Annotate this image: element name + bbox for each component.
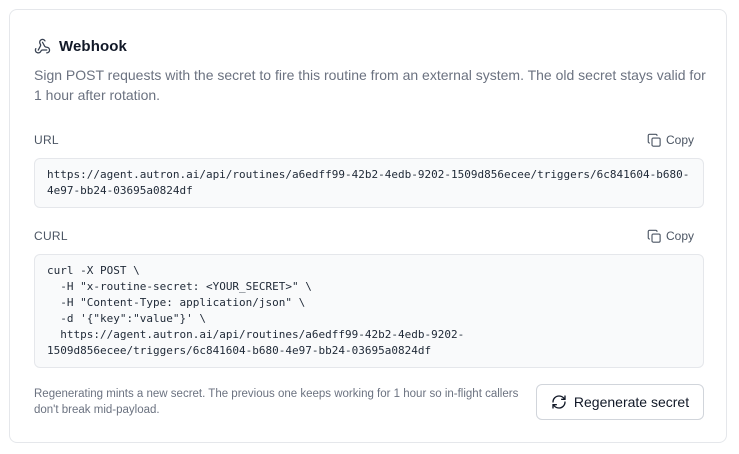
webhook-description: Sign POST requests with the secret to fi…: [34, 67, 706, 103]
regenerate-secret-label: Regenerate secret: [573, 394, 690, 410]
webhook-title: Webhook: [59, 37, 127, 55]
copy-url-button[interactable]: Copy: [647, 131, 694, 149]
webhook-header: Webhook: [34, 36, 127, 56]
url-code-box[interactable]: https://agent.autron.ai/api/routines/a6e…: [34, 158, 704, 208]
url-label: URL: [34, 133, 59, 147]
copy-icon: [647, 133, 662, 148]
curl-label: CURL: [34, 229, 68, 243]
curl-code-box[interactable]: curl -X POST \ -H "x-routine-secret: <YO…: [34, 254, 704, 368]
copy-curl-button[interactable]: Copy: [647, 227, 694, 245]
regenerate-secret-button[interactable]: Regenerate secret: [536, 384, 704, 420]
copy-icon: [647, 229, 662, 244]
webhook-icon: [34, 38, 51, 55]
refresh-icon: [551, 394, 567, 410]
copy-url-label: Copy: [666, 133, 695, 147]
copy-curl-label: Copy: [666, 229, 695, 243]
regenerate-note: Regenerating mints a new secret. The pre…: [34, 388, 519, 416]
webhook-card: Webhook Sign POST requests with the secr…: [9, 9, 727, 443]
